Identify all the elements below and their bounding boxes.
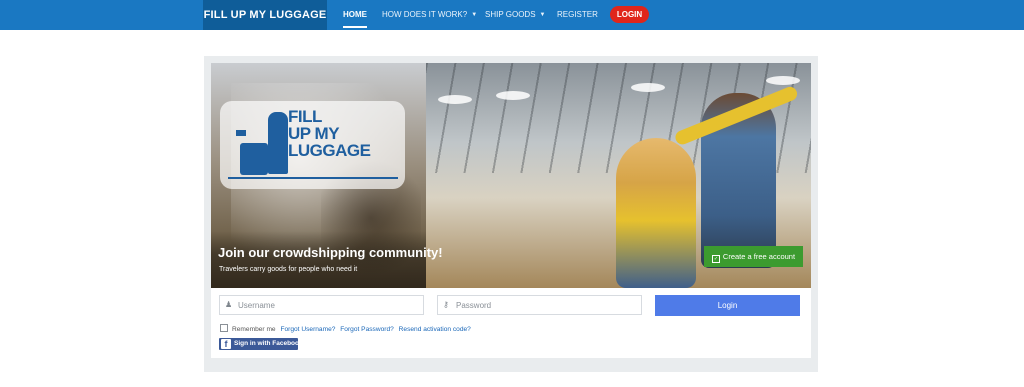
nav-how-label: HOW DOES IT WORK? [382,10,468,20]
chevron-down-icon: ▼ [471,12,478,18]
logo-underline [228,177,398,179]
nav-ship-goods[interactable]: SHIP GOODS ▼ [485,0,545,30]
hero-ceiling-light [631,83,665,92]
site-logo: FILL UP MY LUGGAGE [288,108,398,159]
hero-title: Join our crowdshipping community! [218,245,443,260]
logo-luggage-icon [240,143,268,175]
facebook-signin-label: Sign in with Facebook [234,340,303,347]
hero-ceiling-light [766,76,800,85]
create-account-label: Create a free account [722,252,796,261]
forgot-password-link[interactable]: Forgot Password? [340,326,394,333]
facebook-signin-button[interactable]: f Sign in with Facebook [219,338,303,350]
facebook-icon: f [221,339,231,349]
user-icon: ♟ [225,300,233,309]
brand-link[interactable]: FILL UP MY LUGGAGE [203,0,327,30]
hero-subtitle: Travelers carry goods for people who nee… [219,266,358,273]
key-icon: ⚷ [443,300,449,309]
forgot-username-link[interactable]: Forgot Username? [280,326,335,333]
logo-line-1: FILL [288,107,322,126]
password-input[interactable] [456,296,637,314]
remember-me-label: Remember me [232,326,276,333]
logo-person-icon [268,112,288,174]
username-input[interactable] [238,296,419,314]
checkbox-icon: ✓ [711,255,720,263]
logo-line-2: UP MY [288,124,340,143]
nav-login-button[interactable]: LOGIN [610,6,649,23]
nav-ship-label: SHIP GOODS [485,10,536,20]
username-field[interactable]: ♟ [219,295,424,315]
logo-line-3: LUGGAGE [288,141,371,160]
logo-flag-icon [236,130,246,136]
resend-activation-link[interactable]: Resend activation code? [399,326,471,333]
hero-ceiling-light [438,95,472,104]
hero-woman-figure [616,138,696,288]
login-button[interactable]: Login [655,295,800,316]
top-navbar: FILL UP MY LUGGAGE HOME HOW DOES IT WORK… [0,0,1024,30]
password-field[interactable]: ⚷ [437,295,642,315]
create-account-button[interactable]: ✓ Create a free account [704,246,803,267]
nav-how-does-it-work[interactable]: HOW DOES IT WORK? ▼ [382,0,477,30]
hero-ceiling-light [496,91,530,100]
chevron-down-icon: ▼ [539,12,546,18]
remember-row: Remember me Forgot Username? Forgot Pass… [220,324,471,334]
nav-home[interactable]: HOME [343,0,367,30]
nav-register[interactable]: REGISTER [557,0,598,30]
remember-me-checkbox[interactable] [220,324,228,332]
